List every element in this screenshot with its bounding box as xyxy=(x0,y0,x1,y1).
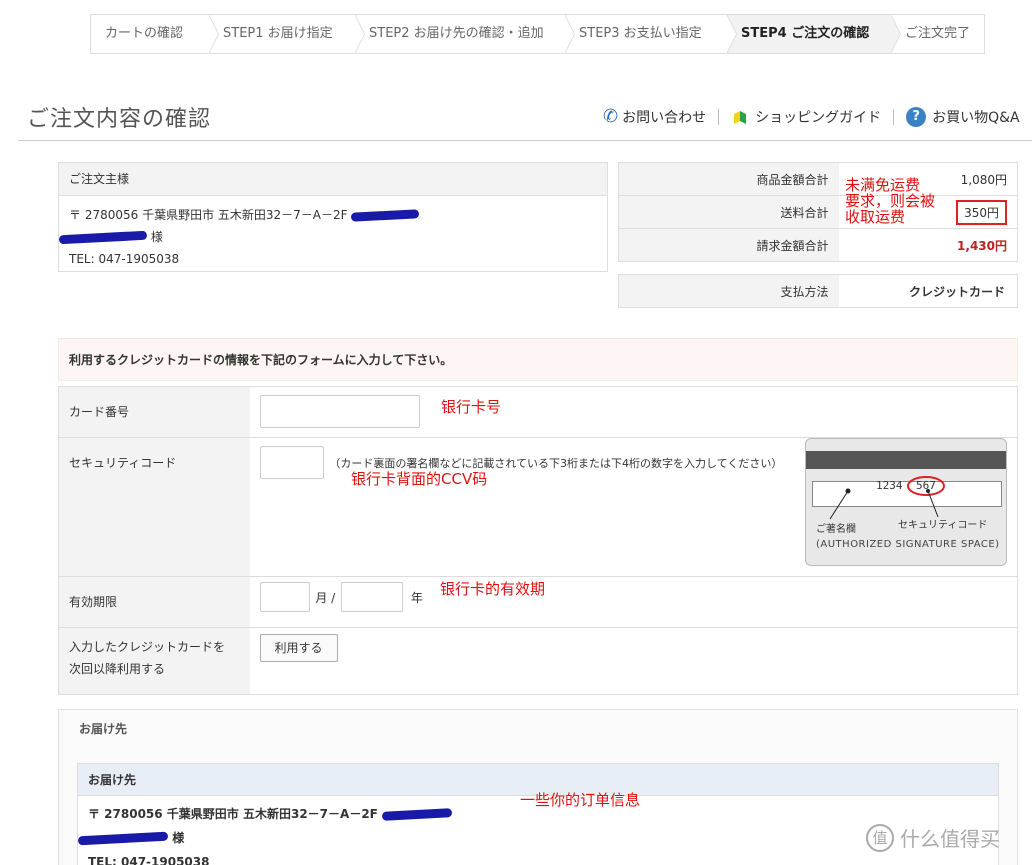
expiry-year-input[interactable] xyxy=(341,582,404,612)
card-info-notice: 利用するクレジットカードの情報を下記のフォームに入力して下さい。 xyxy=(58,338,1018,381)
shipping-annotation: 未满免运费 要求，则会被 收取运费 xyxy=(845,177,935,225)
payment-method-label: 支払方法 xyxy=(618,274,839,308)
month-unit: 月 / xyxy=(315,590,336,605)
divider xyxy=(893,108,895,125)
table-row: 入力したクレジットカードを 次回以降利用する 利用する xyxy=(58,627,1018,695)
delivery-section-title: お届け先 xyxy=(79,722,128,736)
page-title: ご注文内容の確認 xyxy=(27,107,212,132)
contact-link[interactable]: ✆ お問い合わせ xyxy=(603,106,706,127)
contact-link-label: お問い合わせ xyxy=(622,109,707,126)
qa-link[interactable]: ? お買い物Q&A xyxy=(906,106,1020,127)
table-row: 商品金額合計 1,080円 xyxy=(618,162,1018,196)
step-2-address[interactable]: STEP2 お届け先の確認・追加 xyxy=(355,14,575,54)
payment-method-value: クレジットカード xyxy=(908,284,1005,299)
owner-heading: ご注文主様 xyxy=(59,163,607,196)
table-row: 請求金額合計 1,430円 xyxy=(618,228,1018,262)
grand-total-value: 1,430円 xyxy=(838,228,1018,262)
order-owner-box: ご注文主様 〒 2780056 千葉県野田市 五木新田32－7－A－2F 様 T… xyxy=(58,162,608,272)
watermark-logo-icon: 值 xyxy=(866,823,894,852)
expiry-month-input[interactable] xyxy=(259,582,310,612)
delivery-tel: TEL: 047-1905038 xyxy=(88,855,210,865)
card-digits: 1234 xyxy=(876,479,903,492)
help-links: ✆ お問い合わせ ショッピングガイド ? お買い物Q&A xyxy=(603,106,1020,127)
header-divider xyxy=(18,140,1032,141)
card-number-label: カード番号 xyxy=(58,386,250,438)
card-back-illustration: 1234 567 ご著名欄 セキュリティコード (AUTHORIZED SIGN… xyxy=(805,438,1007,566)
security-code-label: セキュリティコード xyxy=(58,437,250,577)
year-unit: 年 xyxy=(410,590,423,605)
redaction-mark xyxy=(381,808,453,821)
card-sign-label: ご著名欄 xyxy=(816,524,856,535)
security-code-hint: （カード裏面の署名欄などに記載されている下3桁または下4桁の数字を入力してくださ… xyxy=(329,456,783,470)
expiry-label: 有効期限 xyxy=(58,576,250,628)
annotation-line: 未满免运费 xyxy=(845,176,921,194)
table-row: 支払方法 クレジットカード xyxy=(618,274,1018,308)
table-row: 送料合計 350円 xyxy=(618,195,1018,229)
cvv-annotation: 银行卡背面的CCV码 xyxy=(351,470,488,488)
step-1-delivery[interactable]: STEP1 お届け指定 xyxy=(209,14,365,54)
payment-method-table: 支払方法 クレジットカード xyxy=(618,274,1018,308)
subtotal-label: 商品金額合計 xyxy=(618,162,839,196)
phone-icon: ✆ xyxy=(603,106,619,127)
save-card-label-line-1: 入力したクレジットカードを xyxy=(69,640,226,654)
step-3-payment[interactable]: STEP3 お支払い指定 xyxy=(565,14,737,54)
owner-address: 〒 2780056 千葉県野田市 五木新田32－7－A－2F xyxy=(69,208,348,222)
question-icon: ? xyxy=(906,106,927,127)
card-number-input[interactable] xyxy=(259,395,420,428)
delivery-name-suffix: 様 xyxy=(172,831,185,845)
card-security-label: セキュリティコード xyxy=(898,520,988,531)
delivery-box: お届け先 〒 2780056 千葉県野田市 五木新田32－7－A－2F 様 TE… xyxy=(77,763,999,865)
annotation-line: 要求，则会被 xyxy=(845,192,936,210)
watermark-text: 什么值得买 xyxy=(900,827,1000,851)
grand-total-label: 請求金額合計 xyxy=(618,228,839,262)
owner-name-suffix: 様 xyxy=(150,230,163,244)
step-4-confirm: STEP4 ご注文の確認 xyxy=(727,14,901,54)
expiry-annotation: 银行卡的有效期 xyxy=(440,580,546,598)
step-cart[interactable]: カートの確認 xyxy=(91,14,219,54)
checkout-steps: カートの確認 STEP1 お届け指定 STEP2 お届け先の確認・追加 STEP… xyxy=(90,14,985,54)
save-card-label-line-2: 次回以降利用する xyxy=(69,662,166,676)
owner-tel: TEL: 047-1905038 xyxy=(69,252,180,266)
use-card-button[interactable]: 利用する xyxy=(259,634,338,662)
totals-table: 商品金額合計 1,080円 送料合計 350円 請求金額合計 1,430円 xyxy=(618,162,1018,262)
qa-link-label: お買い物Q&A xyxy=(932,109,1020,126)
site-watermark: 值 什么值得买 xyxy=(866,823,1000,852)
table-row: カード番号 xyxy=(58,386,1018,438)
guide-link-label: ショッピングガイド xyxy=(755,109,882,126)
beginner-mark-icon xyxy=(734,110,747,124)
guide-link[interactable]: ショッピングガイド xyxy=(731,107,881,127)
redaction-mark xyxy=(351,209,420,222)
annotation-line: 收取运费 xyxy=(845,208,906,226)
shipping-label: 送料合計 xyxy=(618,195,839,229)
delivery-address: 〒 2780056 千葉県野田市 五木新田32－7－A－2F xyxy=(88,807,378,821)
card-number-annotation: 银行卡号 xyxy=(441,398,502,416)
divider xyxy=(718,108,720,125)
card-footer: (AUTHORIZED SIGNATURE SPACE) xyxy=(816,539,1000,550)
shipping-value: 350円 xyxy=(956,199,1007,225)
order-info-annotation: 一些你的订单信息 xyxy=(520,791,641,809)
redaction-mark xyxy=(58,230,148,245)
card-code: 567 xyxy=(916,479,936,492)
redaction-mark xyxy=(77,831,169,846)
security-code-input[interactable] xyxy=(259,446,324,479)
step-complete: ご注文完了 xyxy=(905,26,971,41)
